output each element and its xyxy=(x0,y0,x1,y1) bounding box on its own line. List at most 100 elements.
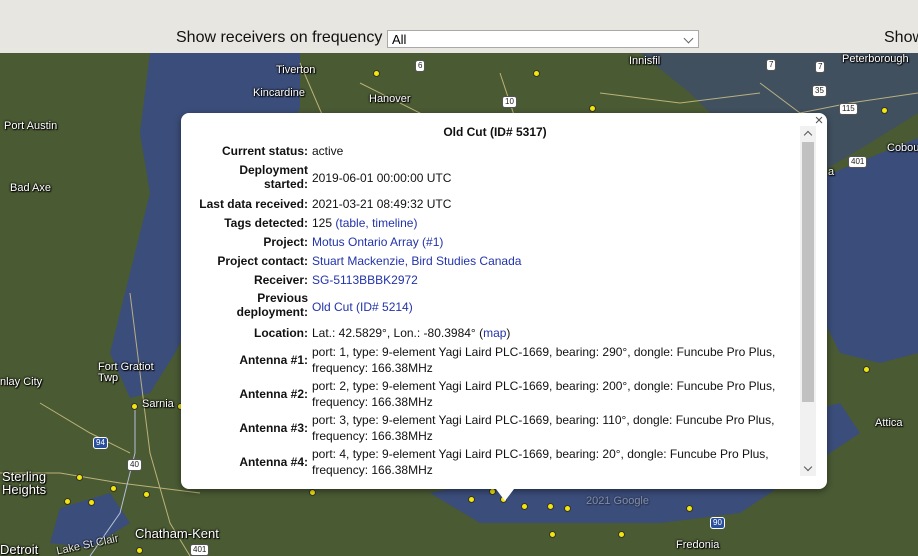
receiver-marker[interactable] xyxy=(76,474,83,481)
route-shield: 90 xyxy=(710,517,725,529)
field-label: Last data received: xyxy=(199,197,308,211)
field-label: Receiver: xyxy=(253,273,308,287)
deployment-value: 2019-06-01 00:00:00 UTC xyxy=(312,171,452,185)
place-label: Cobou xyxy=(887,142,918,154)
status-value: active xyxy=(312,144,344,158)
field-label: Location: xyxy=(254,326,308,340)
location-coordinates: Lat.: 42.5829°, Lon.: -80.3984° xyxy=(312,326,476,340)
info-scrollbar[interactable] xyxy=(800,126,816,476)
antenna-details-line: port: 2, type: 9-element Yagi Laird PLC-… xyxy=(312,379,776,393)
field-label: Antenna #2: xyxy=(239,387,308,401)
route-shield: 7 xyxy=(766,59,777,71)
info-window-pointer xyxy=(496,489,514,501)
field-label: Antenna #1: xyxy=(239,353,308,367)
receiver-marker[interactable] xyxy=(549,531,556,538)
field-label: Antenna #4: xyxy=(239,455,308,469)
route-shield: 6 xyxy=(415,60,426,72)
place-label: Fort Gratiot Twp xyxy=(98,361,154,384)
place-label: Chatham-Kent xyxy=(135,526,219,541)
route-shield: 401 xyxy=(848,156,868,168)
tags-count: 125 xyxy=(312,216,333,230)
field-label: Current status: xyxy=(221,144,308,158)
info-window-title: Old Cut (ID# 5317) xyxy=(443,125,547,139)
last-data-value: 2021-03-21 08:49:32 UTC xyxy=(312,197,452,211)
location-value: Lat.: 42.5829°, Lon.: -80.3984° (map) xyxy=(312,325,802,341)
route-shield: 10 xyxy=(502,96,517,108)
receiver-marker[interactable] xyxy=(863,366,870,373)
project-contact-link[interactable]: Stuart Mackenzie, Bird Studies Canada xyxy=(312,253,802,269)
place-label: Detroit xyxy=(0,542,39,556)
frequency-select-value: All xyxy=(392,32,407,47)
antenna-details-line: port: 4, type: 9-element Yagi Laird PLC-… xyxy=(312,447,769,461)
scroll-down-icon[interactable] xyxy=(803,464,813,474)
antenna-details: port: 2, type: 9-element Yagi Laird PLC-… xyxy=(312,378,802,410)
antenna-frequency: frequency: 166.38MHz xyxy=(312,395,433,409)
receiver-marker[interactable] xyxy=(64,498,71,505)
receiver-marker[interactable] xyxy=(373,70,380,77)
receiver-marker[interactable] xyxy=(547,503,554,510)
tags-value: 125 (table, timeline) xyxy=(312,215,802,231)
map-watermark: 2021 Google xyxy=(586,495,649,507)
place-label: a xyxy=(828,166,835,178)
place-label: Innisfil xyxy=(629,55,661,67)
receiver-link[interactable]: SG-5113BBBK2972 xyxy=(312,272,802,288)
place-label: Sterling Heights xyxy=(2,469,47,497)
receiver-marker[interactable] xyxy=(589,105,596,112)
receiver-marker[interactable] xyxy=(618,531,625,538)
route-shield: 115 xyxy=(839,103,858,115)
field-label: Previous deployment: xyxy=(236,291,308,319)
chevron-down-icon xyxy=(683,33,694,44)
receiver-marker[interactable] xyxy=(110,485,117,492)
receiver-marker[interactable] xyxy=(686,505,693,512)
place-label: Sarnia xyxy=(142,398,174,410)
place-label: Attica xyxy=(875,417,903,429)
place-label: Peterborough xyxy=(842,53,909,65)
scrollbar-thumb[interactable] xyxy=(802,142,814,402)
tags-table-link[interactable]: table xyxy=(339,216,365,230)
receiver-marker[interactable] xyxy=(468,496,475,503)
antenna-details: port: 1, type: 9-element Yagi Laird PLC-… xyxy=(312,344,802,376)
receiver-marker[interactable] xyxy=(489,488,496,495)
receiver-marker[interactable] xyxy=(136,547,143,554)
antenna-details-line: port: 3, type: 9-element Yagi Laird PLC-… xyxy=(312,413,775,427)
place-label: Kincardine xyxy=(253,87,305,99)
route-shield: 401 xyxy=(190,544,210,556)
top-toolbar: Show receivers on frequency All Show xyxy=(0,0,918,53)
antenna-details-line: port: 1, type: 9-element Yagi Laird PLC-… xyxy=(312,345,776,359)
field-label: Antenna #3: xyxy=(239,421,308,435)
project-link[interactable]: Motus Ontario Array (#1) xyxy=(312,234,802,250)
field-label: Project: xyxy=(263,235,308,249)
field-label: Project contact: xyxy=(217,254,308,268)
place-label: Fredonia xyxy=(676,539,720,551)
location-open-paren: ( xyxy=(475,326,484,340)
antenna-details: port: 4, type: 9-element Yagi Laird PLC-… xyxy=(312,446,802,478)
receiver-marker[interactable] xyxy=(533,70,540,77)
place-label: nlay City xyxy=(0,376,43,388)
antenna-details: port: 3, type: 9-element Yagi Laird PLC-… xyxy=(312,412,802,444)
frequency-filter-label: Show receivers on frequency xyxy=(176,29,383,46)
frequency-select[interactable]: All xyxy=(387,30,699,48)
receiver-marker[interactable] xyxy=(131,403,138,410)
antenna-frequency: frequency: 166.38MHz xyxy=(312,361,433,375)
tags-timeline-link[interactable]: timeline xyxy=(372,216,413,230)
place-label: Hanover xyxy=(369,93,411,105)
receiver-marker[interactable] xyxy=(564,505,571,512)
place-label: Port Austin xyxy=(4,120,58,132)
field-label: Deployment started: xyxy=(239,163,308,191)
receiver-marker[interactable] xyxy=(143,491,150,498)
place-label: Bad Axe xyxy=(10,182,51,194)
antenna-frequency: frequency: 166.38MHz xyxy=(312,429,433,443)
receiver-marker[interactable] xyxy=(309,489,316,496)
field-label: Tags detected: xyxy=(224,216,308,230)
route-shield: 94 xyxy=(93,437,108,449)
receiver-marker[interactable] xyxy=(88,499,95,506)
tags-close-paren: ) xyxy=(413,216,418,230)
previous-deployment-link[interactable]: Old Cut (ID# 5214) xyxy=(312,299,802,315)
secondary-filter-label: Show xyxy=(884,29,918,46)
receiver-marker[interactable] xyxy=(881,107,888,114)
route-shield: 40 xyxy=(127,459,142,471)
route-shield: 35 xyxy=(812,85,827,97)
receiver-marker[interactable] xyxy=(521,503,528,510)
map-link[interactable]: map xyxy=(483,326,506,340)
place-label: Tiverton xyxy=(276,64,316,76)
